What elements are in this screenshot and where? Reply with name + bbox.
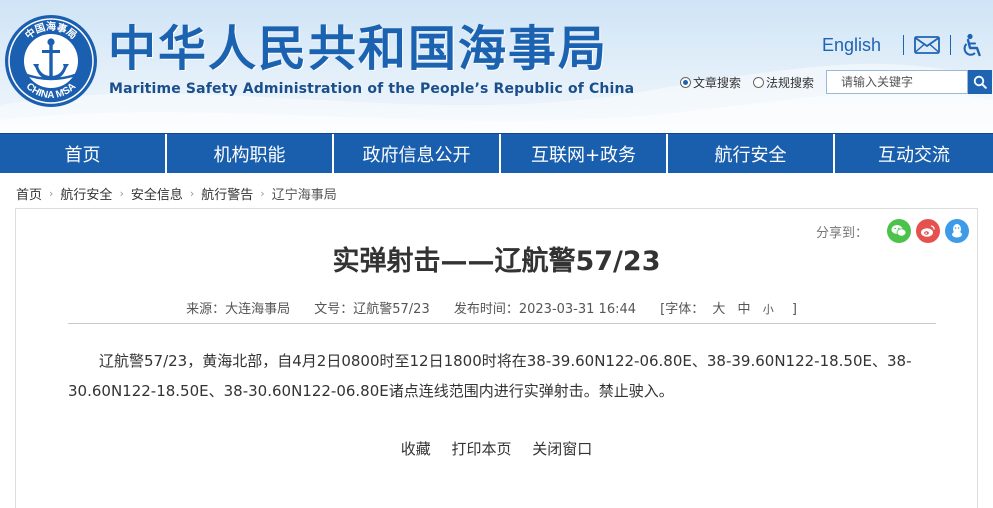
breadcrumb-item[interactable]: 航行安全 xyxy=(60,184,112,203)
radio-article-label: 文章搜索 xyxy=(693,75,742,90)
site-subtitle: Maritime Safety Administration of the Pe… xyxy=(109,81,635,97)
article-source: 来源：大连海事局 xyxy=(186,302,291,317)
accessibility-icon[interactable] xyxy=(961,33,983,57)
font-size-large-link[interactable]: 大 xyxy=(712,302,725,317)
nav-item-gov-info[interactable]: 政府信息公开 xyxy=(334,134,501,174)
font-size-control: [字体： 大 中 小 ] xyxy=(660,302,807,317)
chevron-right-icon: › xyxy=(260,187,265,200)
site-title: 中华人民共和国海事局 xyxy=(108,21,609,77)
radio-article-search[interactable]: 文章搜索 xyxy=(680,74,741,91)
nav-item-navigation-safety[interactable]: 航行安全 xyxy=(668,134,835,174)
nav-item-functions[interactable]: 机构职能 xyxy=(167,134,334,174)
print-link[interactable]: 打印本页 xyxy=(451,440,511,458)
breadcrumb-item[interactable]: 安全信息 xyxy=(131,184,183,203)
article-panel: 分享到： 实弹射击——辽航警57/23 来源：大连海事局 文号：辽航警57/23… xyxy=(15,208,978,508)
share-label: 分享到： xyxy=(815,225,868,241)
article-actions: 收藏 打印本页 关闭窗口 xyxy=(16,438,977,459)
radio-law-search[interactable]: 法规搜索 xyxy=(753,74,814,91)
article-meta: 来源：大连海事局 文号：辽航警57/23 发布时间：2023-03-31 16:… xyxy=(16,298,977,317)
article-doc-number: 文号：辽航警57/23 xyxy=(314,302,430,317)
article-body: 辽航警57/23，黄海北部，自4月2日0800时至12日1800时将在38-39… xyxy=(68,352,912,400)
main-nav: 首页 机构职能 政府信息公开 互联网+政务 航行安全 互动交流 xyxy=(0,133,993,174)
search-icon xyxy=(973,75,987,89)
nav-item-internet-gov[interactable]: 互联网+政务 xyxy=(501,134,668,174)
radio-dot[interactable] xyxy=(753,76,765,88)
nav-item-home[interactable]: 首页 xyxy=(0,134,167,174)
breadcrumb-item[interactable]: 航行警告 xyxy=(201,184,253,203)
font-size-small-link[interactable]: 小 xyxy=(763,303,774,316)
article-publish-time: 发布时间：2023-03-31 16:44 xyxy=(453,302,637,317)
msa-logo[interactable]: 中国海事局 CHINA MSA xyxy=(4,14,98,108)
font-size-medium-link[interactable]: 中 xyxy=(738,302,751,317)
search-input[interactable]: 请输入关键字 xyxy=(826,70,969,94)
search-area: 文章搜索 法规搜索 请输入关键字 xyxy=(680,70,993,94)
search-button[interactable] xyxy=(968,70,993,94)
article-title: 实弹射击——辽航警57/23 xyxy=(332,246,661,277)
chevron-right-icon: › xyxy=(119,187,124,200)
chevron-right-icon: › xyxy=(49,187,54,200)
font-size-bracket: ] xyxy=(791,302,797,317)
chevron-right-icon: › xyxy=(189,187,195,200)
breadcrumb-item[interactable]: 辽宁海事局 xyxy=(272,184,337,203)
radio-law-label: 法规搜索 xyxy=(766,75,815,90)
site-header: 中国海事局 CHINA MSA 中华人民共和国海事局 Maritime Safe… xyxy=(0,0,993,133)
breadcrumb: 首页 › 航行安全 › 安全信息 › 航行警告 › 辽宁海事局 xyxy=(16,184,337,203)
close-window-link[interactable]: 关闭窗口 xyxy=(532,440,592,458)
breadcrumb-item[interactable]: 首页 xyxy=(16,184,42,203)
radio-dot-selected[interactable] xyxy=(680,76,691,88)
nav-item-interaction[interactable]: 互动交流 xyxy=(835,134,993,174)
divider xyxy=(68,323,936,324)
divider xyxy=(903,35,904,55)
mail-icon[interactable] xyxy=(914,36,940,54)
english-link[interactable]: English xyxy=(822,35,881,56)
favorite-link[interactable]: 收藏 xyxy=(401,440,431,458)
divider xyxy=(950,35,951,55)
top-links: English xyxy=(822,32,983,58)
font-size-label: [字体： xyxy=(660,302,705,317)
